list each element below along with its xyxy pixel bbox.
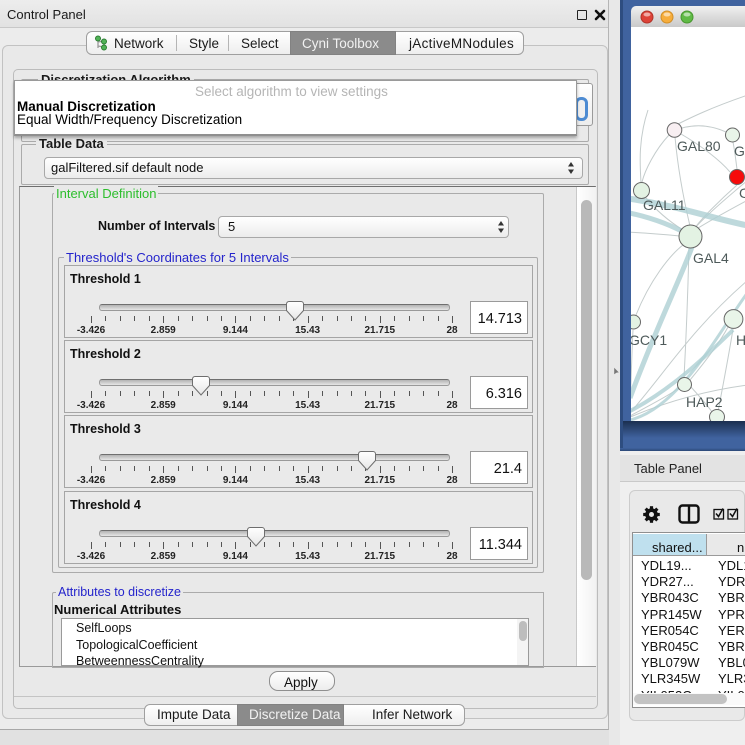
svg-text:HAP2: HAP2: [686, 394, 723, 410]
svg-text:C: C: [739, 185, 745, 201]
svg-text:GCY1: GCY1: [631, 332, 667, 348]
svg-text:H: H: [736, 332, 745, 348]
svg-text:GAL4: GAL4: [693, 250, 729, 266]
svg-text:GAL80: GAL80: [677, 138, 721, 154]
svg-text:GAL11: GAL11: [643, 197, 686, 213]
svg-text:GA: GA: [734, 143, 745, 159]
